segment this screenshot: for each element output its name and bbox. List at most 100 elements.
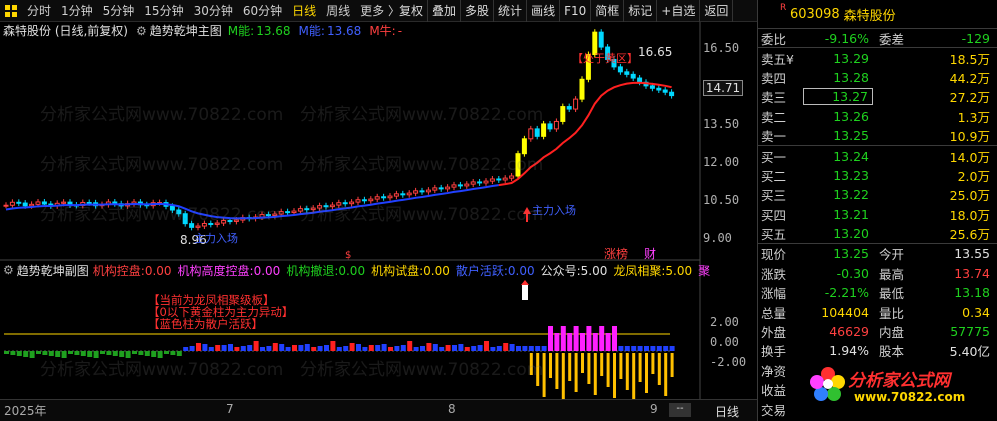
sub-bar bbox=[157, 351, 163, 358]
sub-bar bbox=[400, 345, 406, 351]
sub-bar bbox=[285, 347, 291, 351]
book-volume: 27.2万 bbox=[949, 90, 990, 106]
sub-bar bbox=[106, 351, 112, 355]
candle-body bbox=[541, 123, 547, 137]
sub-bar bbox=[253, 341, 259, 351]
stat-value: 5.40亿 bbox=[949, 344, 990, 360]
book-label-text: 卖四 bbox=[761, 70, 787, 86]
grid-menu-icon[interactable] bbox=[4, 4, 18, 18]
book-price: 13.29 bbox=[833, 50, 869, 66]
sub-bar bbox=[484, 341, 489, 351]
toolbar-button[interactable]: 画线 bbox=[527, 0, 561, 22]
book-volume: 25.6万 bbox=[949, 227, 990, 243]
toolbar-button[interactable]: 简框 bbox=[591, 0, 625, 22]
stat-row: 外盘 46629 内盘 57775 bbox=[758, 322, 997, 341]
stat-label: 最低 bbox=[879, 286, 905, 302]
period-toolbar: 分时 1分钟 5分钟 15分钟 30分钟 60分钟 日线 周线 更多 〉 复权 叠加 多股 统计 画线 F… bbox=[0, 0, 757, 22]
toolbar-button[interactable]: 标记 bbox=[624, 0, 658, 22]
ask-row[interactable]: 卖四 13.28 44.2万 bbox=[758, 68, 997, 87]
sub-bar bbox=[23, 351, 29, 357]
stat-value: 46629 bbox=[829, 324, 869, 340]
quote-panel: R 603098 森特股份 委比 -9.16% 委差 -129 卖五¥ 13.29… bbox=[757, 0, 997, 421]
sub-bar bbox=[87, 351, 93, 357]
candle-body bbox=[662, 89, 668, 93]
candle-body bbox=[35, 201, 41, 205]
sub-bar bbox=[496, 346, 502, 351]
ask-row[interactable]: 卖二 13.26 1.3万 bbox=[758, 107, 997, 126]
book-price: 13.26 bbox=[833, 108, 869, 124]
gold-bar bbox=[581, 353, 584, 373]
bid-row[interactable]: 买一 13.24 14.0万 bbox=[758, 146, 997, 165]
bid-row[interactable]: 买二 13.23 2.0万 bbox=[758, 166, 997, 185]
sub-item-label: 机构控盘: bbox=[92, 263, 145, 278]
candle-body bbox=[233, 219, 239, 222]
sub-bar bbox=[80, 351, 86, 356]
sub-indicator-name[interactable]: 趋势乾坤副图 bbox=[17, 262, 89, 279]
bid-row[interactable]: 买三 13.22 25.0万 bbox=[758, 185, 997, 204]
sub-bar bbox=[324, 345, 329, 351]
toolbar-button[interactable]: 多股 bbox=[461, 0, 495, 22]
y-tick-label: 12.00 bbox=[703, 155, 740, 169]
sub-bar bbox=[74, 351, 80, 355]
period-tab[interactable]: 周线 bbox=[321, 2, 355, 19]
period-tab[interactable]: 5分钟 bbox=[98, 2, 140, 19]
chart-canvas[interactable]: 【处于黄区】 16.658.96主力入场主力入场涨榜 财$ bbox=[0, 22, 757, 399]
candle-body bbox=[528, 128, 534, 140]
candle-body bbox=[560, 106, 566, 122]
gold-bar bbox=[561, 353, 565, 399]
stat-label: 涨跌 bbox=[761, 266, 787, 282]
toolbar-button[interactable]: +自选 bbox=[657, 0, 701, 22]
sub-bar bbox=[407, 341, 413, 351]
stat-label: 现价 bbox=[761, 247, 787, 263]
candle-body bbox=[445, 186, 451, 190]
candle-body bbox=[553, 120, 559, 130]
ask-row[interactable]: 卖三 13.27 27.2万 bbox=[758, 87, 997, 106]
sub-gear-icon[interactable]: ⚙ bbox=[3, 263, 14, 277]
stat-value: 13.74 bbox=[954, 265, 990, 281]
candle-body bbox=[477, 181, 483, 184]
period-tab[interactable]: 15分钟 bbox=[139, 2, 188, 19]
brand-logo: 分析家公式网 www.70822.com bbox=[808, 360, 997, 415]
sub-bar bbox=[368, 345, 374, 351]
period-tab[interactable]: 分时 bbox=[22, 2, 56, 19]
bid-row[interactable]: 买四 13.21 18.0万 bbox=[758, 205, 997, 224]
period-tab[interactable]: 日线 bbox=[287, 2, 321, 19]
period-tab[interactable]: 30分钟 bbox=[189, 2, 238, 19]
book-price: 13.27 bbox=[803, 88, 873, 106]
candle-body bbox=[573, 98, 579, 110]
sub-bar bbox=[490, 347, 496, 351]
entry-label-left: 主力入场 bbox=[194, 231, 238, 245]
sub-bar bbox=[394, 346, 400, 351]
sub-bar bbox=[420, 346, 425, 351]
stat-row: 换手 1.94% 股本 5.40亿 bbox=[758, 341, 997, 360]
sub-bar bbox=[644, 346, 649, 351]
candle-body bbox=[432, 187, 438, 191]
period-tab[interactable]: 1分钟 bbox=[56, 2, 98, 19]
toolbar-button[interactable]: F10 bbox=[560, 0, 592, 22]
book-price: 13.22 bbox=[833, 187, 869, 203]
candle-body bbox=[624, 71, 630, 75]
stat-value: -0.30 bbox=[836, 265, 869, 281]
toolbar-button[interactable]: 叠加 bbox=[428, 0, 462, 22]
sub-indicator-values: 机构控盘:0.00 机构高度控盘:0.00 机构撤退:0.00 机构试盘:0.00 散户… bbox=[93, 262, 716, 279]
period-select-button[interactable]: 日线 bbox=[715, 403, 739, 420]
ask-row[interactable]: 卖五¥ 13.29 18.5万 bbox=[758, 48, 997, 67]
candle-body bbox=[297, 208, 303, 212]
bid-row[interactable]: 买五 13.20 25.6万 bbox=[758, 224, 997, 243]
dollar-tag: $ bbox=[345, 250, 351, 261]
stat-label: 总量 bbox=[761, 305, 787, 321]
sub-bar bbox=[215, 345, 221, 351]
candle-body bbox=[182, 213, 188, 225]
candle-body bbox=[515, 153, 521, 177]
scroll-button[interactable]: -- bbox=[669, 403, 691, 417]
book-level-label: 卖五¥ bbox=[758, 49, 803, 68]
book-label-text: 卖三 bbox=[761, 90, 787, 106]
period-tab[interactable]: 60分钟 bbox=[238, 2, 287, 19]
sub-bar bbox=[477, 345, 483, 351]
stat-label: 今开 bbox=[879, 247, 905, 263]
ask-row[interactable]: 卖一 13.25 10.9万 bbox=[758, 126, 997, 145]
toolbar-button[interactable]: 统计 bbox=[494, 0, 528, 22]
toolbar-button[interactable]: 返回 bbox=[700, 0, 734, 22]
toolbar-button[interactable]: 复权 bbox=[395, 0, 429, 22]
weibi-row: 委比 -9.16% 委差 -129 bbox=[758, 29, 997, 49]
